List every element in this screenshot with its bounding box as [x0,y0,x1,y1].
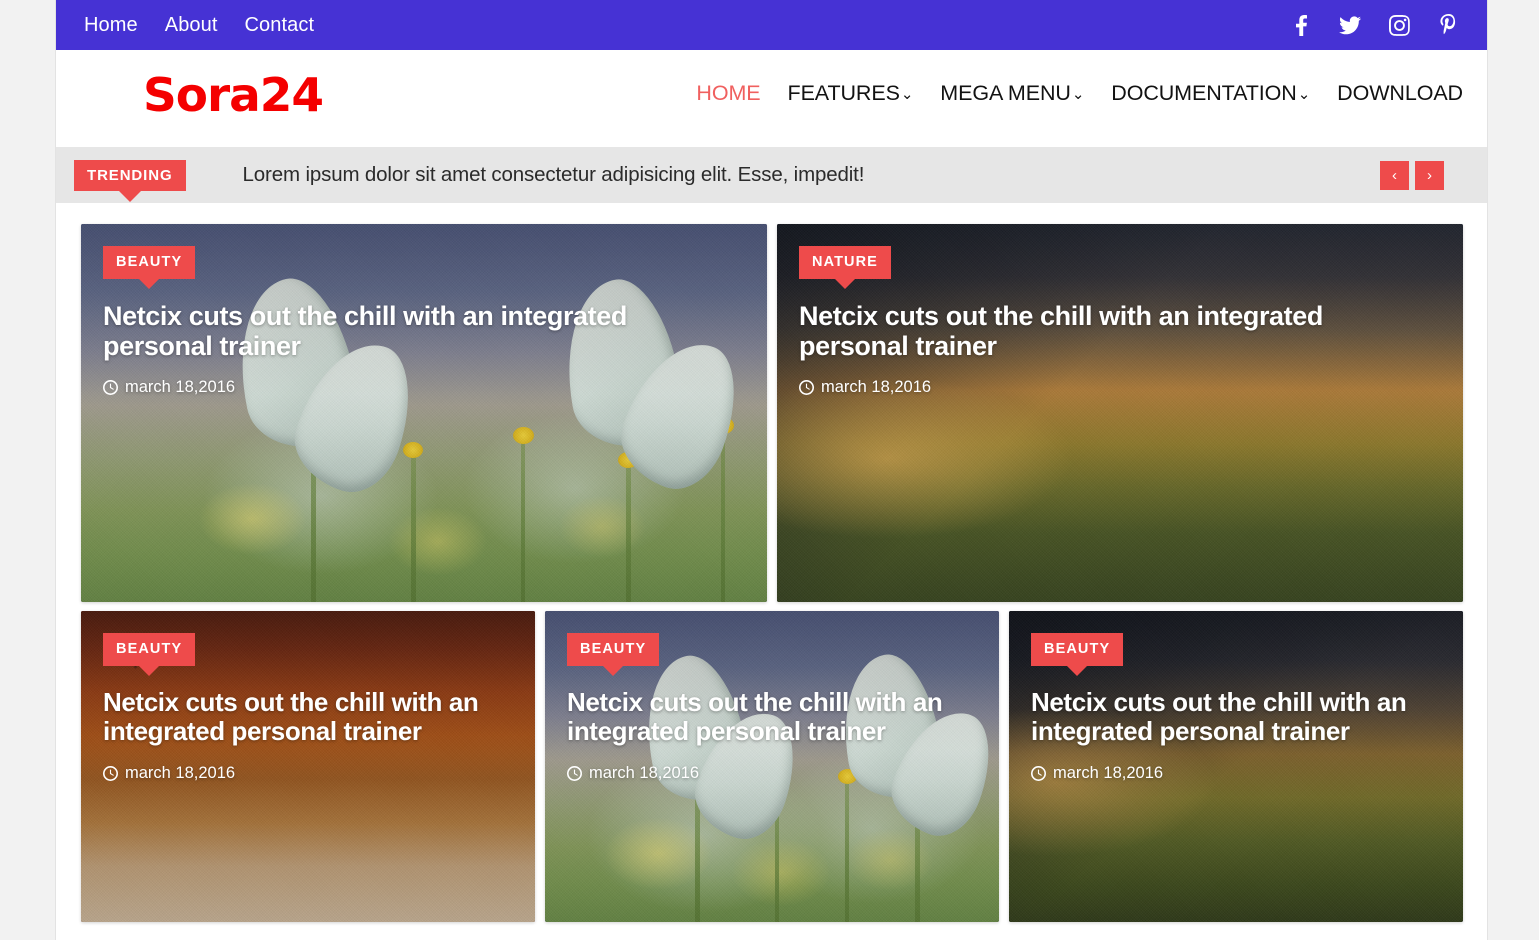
post-card[interactable]: BEAUTY Netcix cuts out the chill with an… [81,224,767,602]
clock-icon [799,379,814,395]
post-date-label: march 18,2016 [589,764,700,783]
post-category-badge[interactable]: NATURE [799,246,891,288]
nav-item-mega-menu[interactable]: MEGA MENU ⌄ [940,81,1085,105]
post-card[interactable]: BEAUTY Netcix cuts out the chill with an… [81,611,535,922]
nav-item-features[interactable]: FEATURES ⌄ [787,81,914,105]
post-card[interactable]: BEAUTY Netcix cuts out the chill with an… [1009,611,1463,922]
instagram-icon[interactable] [1388,14,1410,36]
nav-item-download-label: DOWNLOAD [1337,81,1463,105]
main-navigation: HOME FEATURES ⌄ MEGA MENU ⌄ DOCUMENTATIO… [696,81,1463,105]
trending-badge: TRENDING [74,159,186,202]
post-title[interactable]: Netcix cuts out the chill with an integr… [103,687,513,748]
chevron-down-icon: ⌄ [1071,86,1085,104]
post-title[interactable]: Netcix cuts out the chill with an integr… [1031,687,1441,748]
twitter-icon[interactable] [1339,14,1361,36]
post-card[interactable]: NATURE Netcix cuts out the chill with an… [777,224,1463,602]
top-link-about[interactable]: About [165,15,218,35]
post-date-label: march 18,2016 [125,764,236,783]
social-links [1290,14,1459,36]
nav-item-home-label: HOME [696,81,761,105]
page-wrapper: Home About Contact Sora24 HOME FEATURES … [56,0,1487,940]
top-utility-bar: Home About Contact [56,0,1487,50]
post-date-label: march 18,2016 [1053,764,1164,783]
top-nav-links: Home About Contact [84,15,314,35]
trending-carousel-controls: ‹ › [1380,160,1444,190]
chevron-down-icon: ⌄ [900,86,914,104]
post-date: march 18,2016 [1031,764,1441,783]
nav-item-mega-menu-label: MEGA MENU [940,81,1071,105]
post-content: BEAUTY Netcix cuts out the chill with an… [103,246,745,397]
post-date: march 18,2016 [799,378,1441,397]
featured-posts-grid: BEAUTY Netcix cuts out the chill with an… [81,224,1463,922]
clock-icon [567,766,582,782]
featured-row-bottom: BEAUTY Netcix cuts out the chill with an… [81,611,1463,922]
post-content: BEAUTY Netcix cuts out the chill with an… [103,633,513,783]
post-date: march 18,2016 [103,764,513,783]
post-content: BEAUTY Netcix cuts out the chill with an… [567,633,977,783]
clock-icon [103,766,118,782]
post-category-badge[interactable]: BEAUTY [567,633,660,675]
nav-item-home[interactable]: HOME [696,81,761,105]
facebook-icon[interactable] [1290,14,1312,36]
trending-bar: TRENDING Lorem ipsum dolor sit amet cons… [56,147,1487,203]
clock-icon [103,379,118,395]
post-category-badge[interactable]: BEAUTY [103,633,196,675]
clock-icon [1031,766,1046,782]
post-content: BEAUTY Netcix cuts out the chill with an… [1031,633,1441,783]
nav-item-documentation[interactable]: DOCUMENTATION ⌄ [1111,81,1311,105]
site-logo[interactable]: Sora24 [143,72,324,118]
post-title[interactable]: Netcix cuts out the chill with an integr… [103,301,723,361]
post-date-label: march 18,2016 [125,377,236,396]
post-title[interactable]: Netcix cuts out the chill with an integr… [567,687,977,748]
chevron-left-icon[interactable]: ‹ [1380,160,1409,190]
top-link-contact[interactable]: Contact [245,15,315,35]
post-date: march 18,2016 [567,764,977,783]
chevron-right-icon[interactable]: › [1415,160,1444,190]
trending-headline[interactable]: Lorem ipsum dolor sit amet consectetur a… [243,163,865,187]
post-card[interactable]: BEAUTY Netcix cuts out the chill with an… [545,611,999,922]
nav-item-download[interactable]: DOWNLOAD [1337,81,1463,105]
post-category-badge[interactable]: BEAUTY [103,246,196,288]
nav-item-documentation-label: DOCUMENTATION [1111,81,1297,105]
featured-row-top: BEAUTY Netcix cuts out the chill with an… [81,224,1463,602]
site-header: Sora24 HOME FEATURES ⌄ MEGA MENU ⌄ DOCUM… [56,50,1487,147]
post-title[interactable]: Netcix cuts out the chill with an integr… [799,301,1419,361]
post-content: NATURE Netcix cuts out the chill with an… [799,246,1441,397]
post-category-badge[interactable]: BEAUTY [1031,633,1124,675]
post-date: march 18,2016 [103,378,745,397]
pinterest-icon[interactable] [1437,14,1459,36]
chevron-down-icon: ⌄ [1297,86,1311,104]
top-link-home[interactable]: Home [84,15,138,35]
nav-item-features-label: FEATURES [787,81,900,105]
post-date-label: march 18,2016 [821,377,932,396]
